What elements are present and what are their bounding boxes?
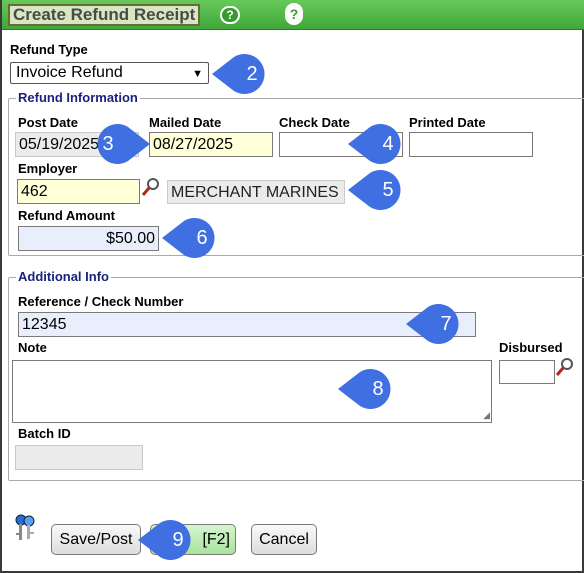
additional-info-legend: Additional Info — [16, 269, 111, 284]
callout-number: 5 — [382, 179, 394, 201]
keys-icon[interactable] — [12, 513, 38, 543]
note-textarea[interactable]: ◢ — [12, 360, 492, 423]
refund-amount-field[interactable]: $50.00 — [18, 226, 159, 251]
refund-information-legend: Refund Information — [16, 90, 140, 105]
help-icon[interactable]: ? — [220, 6, 240, 24]
callout-number: 7 — [440, 313, 452, 335]
printed-date-field — [409, 132, 533, 157]
magnifier-icon[interactable] — [141, 177, 161, 197]
disbursed-label: Disbursed — [499, 340, 563, 355]
callout-number: 2 — [246, 63, 258, 85]
callout-number: 8 — [372, 378, 384, 400]
save-post-button[interactable]: Save/Post — [51, 524, 141, 555]
note-label: Note — [18, 340, 47, 355]
refund-type-label: Refund Type — [10, 42, 88, 57]
batch-id-field — [15, 445, 143, 470]
reference-label: Reference / Check Number — [18, 294, 184, 309]
help-question-icon[interactable]: ? — [285, 3, 303, 25]
employer-name-field: MERCHANT MARINES — [167, 180, 345, 204]
mailed-date-field[interactable]: 08/27/2025 — [149, 132, 273, 157]
printed-date-label: Printed Date — [409, 115, 486, 130]
refund-amount-label: Refund Amount — [18, 208, 115, 223]
title-bar: Create Refund Receipt ? ? — [2, 0, 584, 30]
dialog-title: Create Refund Receipt — [8, 4, 201, 26]
employer-field[interactable]: 462 — [17, 179, 140, 204]
check-date-label: Check Date — [279, 115, 350, 130]
refund-receipt-dialog: Create Refund Receipt ? ? Refund Type In… — [0, 0, 584, 573]
disbursed-field[interactable] — [499, 360, 555, 384]
refund-type-select[interactable]: Invoice Refund ▼ — [10, 62, 209, 84]
callout-number: 4 — [382, 133, 394, 155]
mailed-date-label: Mailed Date — [149, 115, 222, 130]
resize-grip-icon[interactable]: ◢ — [483, 410, 490, 421]
refund-type-value: Invoice Refund — [16, 64, 123, 81]
chevron-down-icon: ▼ — [192, 68, 203, 80]
cancel-button[interactable]: Cancel — [251, 524, 317, 555]
batch-id-label: Batch ID — [18, 426, 71, 441]
callout-number: 6 — [196, 227, 208, 249]
callout-number: 3 — [102, 133, 114, 155]
magnifier-icon[interactable] — [555, 357, 575, 377]
callout-number: 9 — [172, 529, 184, 551]
